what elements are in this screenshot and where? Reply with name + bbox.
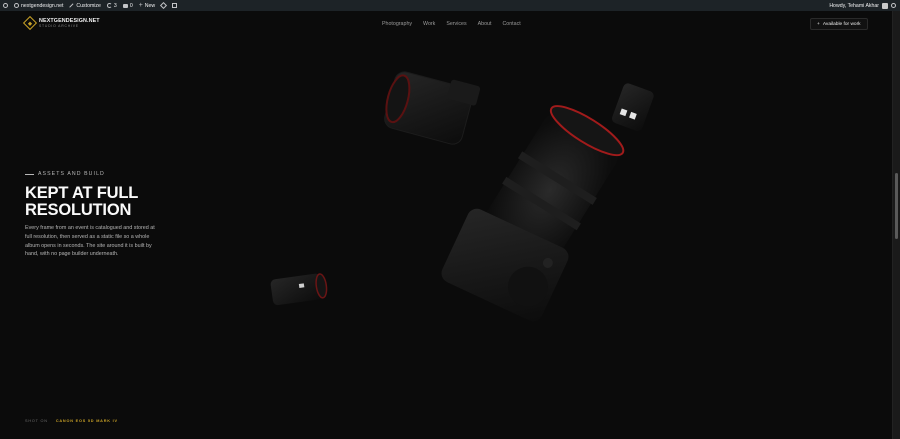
nav-services[interactable]: Services — [446, 21, 466, 27]
hero-title-line2: RESOLUTION — [25, 200, 132, 219]
nav-photography[interactable]: Photography — [382, 21, 412, 27]
site-name-link[interactable]: nextgendesign.net — [11, 0, 66, 11]
site-logo[interactable]: NEXTGENDESIGN.NET STUDIO ARCHIVE — [22, 15, 100, 31]
camera-part-small — [270, 273, 328, 306]
home-icon — [14, 3, 19, 8]
gear-caption: SHOT ON CANON EOS 5D MARK IV — [25, 419, 118, 423]
comments-link[interactable]: 0 — [120, 0, 136, 11]
forms-icon — [172, 3, 178, 8]
plugin-link[interactable] — [158, 0, 169, 11]
page-scrollbar[interactable] — [892, 11, 900, 439]
hero-title: KEPT AT FULL RESOLUTION — [25, 185, 225, 218]
logo-diamond-icon — [22, 15, 38, 31]
wordpress-logo-button[interactable] — [0, 0, 11, 11]
account-greeting[interactable]: Howdy, Tehami Akhar — [829, 3, 879, 9]
pencil-icon — [69, 3, 75, 8]
diamond-icon — [160, 1, 168, 10]
gear-caption-label: SHOT ON — [25, 419, 48, 423]
site-name-label: nextgendesign.net — [21, 2, 64, 9]
nav-about[interactable]: About — [478, 21, 492, 27]
plus-icon: + — [817, 21, 820, 27]
updates-count: 3 — [113, 2, 117, 9]
camera-part-right — [612, 83, 654, 132]
customize-label: Customize — [76, 2, 101, 9]
admin-bar-right: Howdy, Tehami Akhar — [829, 0, 900, 11]
main-nav: Photography Work Services About Contact — [382, 21, 521, 27]
customize-link[interactable]: Customize — [66, 0, 104, 11]
new-label: New — [144, 2, 156, 9]
nav-contact[interactable]: Contact — [502, 21, 520, 27]
section-eyebrow: ASSETS AND BUILD — [25, 171, 105, 177]
updates-icon — [106, 3, 112, 8]
scrollbar-thumb[interactable] — [895, 173, 898, 239]
wordpress-icon — [3, 3, 8, 8]
updates-link[interactable]: 3 — [104, 0, 120, 11]
forms-link[interactable] — [169, 0, 180, 11]
wp-admin-bar: nextgendesign.net Customize 3 0 + New Ho… — [0, 0, 900, 11]
hero-title-line1: KEPT AT FULL — [25, 184, 139, 202]
avatar[interactable] — [882, 2, 888, 9]
plus-icon: + — [138, 2, 143, 9]
eyebrow-label: ASSETS AND BUILD — [38, 171, 105, 177]
search-icon[interactable] — [891, 3, 896, 8]
eyebrow-line — [25, 173, 34, 175]
comment-icon — [122, 3, 128, 8]
nav-work[interactable]: Work — [423, 21, 435, 27]
hero-description: Every frame from an event is catalogued … — [25, 225, 155, 258]
comments-count: 0 — [129, 2, 133, 9]
site-header: NEXTGENDESIGN.NET STUDIO ARCHIVE Photogr… — [0, 11, 892, 39]
exploded-camera-image — [270, 71, 654, 322]
cta-label: Available for work — [822, 21, 861, 27]
available-for-work-button[interactable]: + Available for work — [810, 18, 868, 30]
logo-subtitle: STUDIO ARCHIVE — [39, 24, 79, 28]
gear-caption-value: CANON EOS 5D MARK IV — [55, 419, 118, 423]
camera-part-top — [384, 71, 481, 145]
admin-bar-left: nextgendesign.net Customize 3 0 + New — [0, 0, 180, 11]
logo-text: NEXTGENDESIGN.NET STUDIO ARCHIVE — [39, 18, 100, 28]
new-content-link[interactable]: + New — [136, 0, 158, 11]
